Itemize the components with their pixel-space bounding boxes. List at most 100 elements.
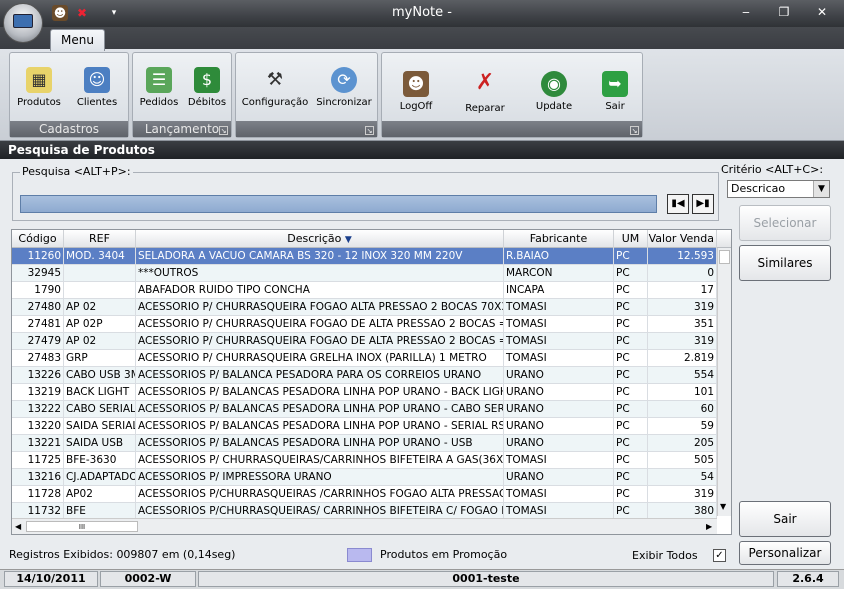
- sair-button[interactable]: Sair: [739, 501, 831, 537]
- debitos-button[interactable]: $ Débitos: [183, 67, 231, 108]
- selecionar-button[interactable]: Selecionar: [739, 205, 831, 241]
- cell-fabricante: URANO: [504, 384, 614, 401]
- status-date: 14/10/2011: [4, 571, 98, 587]
- table-row[interactable]: 11260 MOD. 3404 SELADORA A VACUO CAMARA BS…: [12, 248, 717, 265]
- col-valor-venda[interactable]: Valor Venda: [648, 230, 717, 248]
- table-row[interactable]: 27481 AP 02P ACESSORIO P/ CHURRASQUEIRA FO…: [12, 316, 717, 333]
- table-row[interactable]: 11728 AP02 ACESSORIOS P/CHURRASQUEIRAS /CA…: [12, 486, 717, 503]
- table-row[interactable]: 27483 GRP ACESSORIO P/ CHURRASQUEIRA GRELH…: [12, 350, 717, 367]
- cell-descricao: ACESSORIOS P/CHURRASQUEIRAS /CARRINHOS F…: [136, 486, 504, 503]
- hscroll-thumb[interactable]: III: [26, 521, 138, 532]
- minimize-button[interactable]: ‒: [734, 4, 758, 20]
- sair-ribbon-button[interactable]: ➥ Sair: [588, 71, 642, 112]
- cell-fabricante: URANO: [504, 435, 614, 452]
- first-record-button[interactable]: ▮◀: [667, 194, 689, 214]
- configuracao-button[interactable]: ⚒ Configuração: [240, 67, 310, 108]
- criteria-value: Descricao: [731, 182, 786, 195]
- table-row[interactable]: 27479 AP 02 ACESSORIO P/ CHURRASQUEIRA FOG…: [12, 333, 717, 350]
- scroll-down-icon[interactable]: ▼: [720, 502, 726, 511]
- cell-ref: BACK LIGHT: [64, 384, 136, 401]
- app-orb-button[interactable]: [3, 3, 43, 43]
- ribbon-tab-strip: [0, 27, 844, 49]
- cell-valor: 0: [648, 265, 717, 282]
- last-record-button[interactable]: ▶▮: [692, 194, 714, 214]
- dialog-launcher-icon[interactable]: ↘: [219, 126, 228, 135]
- table-row[interactable]: 13219 BACK LIGHT ACESSORIOS P/ BALANCAS PE…: [12, 384, 717, 401]
- table-row[interactable]: 13221 SAIDA USB ACESSORIOS P/ BALANCAS PES…: [12, 435, 717, 452]
- cell-fabricante: R.BAIAO: [504, 248, 614, 265]
- cell-descricao: ACESSORIOS P/ BALANCAS PESADORA LINHA PO…: [136, 384, 504, 401]
- dialog-launcher-icon[interactable]: ↘: [365, 126, 374, 135]
- reparar-button[interactable]: ✗ Reparar: [454, 67, 516, 114]
- cell-ref: AP 02: [64, 299, 136, 316]
- cell-ref: AP 02P: [64, 316, 136, 333]
- table-row[interactable]: 13222 CABO SERIAL ACESSORIOS P/ BALANCAS P…: [12, 401, 717, 418]
- close-button[interactable]: ✕: [810, 4, 834, 20]
- table-row[interactable]: 13216CJ.ADAPTADORACESSORIOS P/ IMPRESSOR…: [12, 469, 717, 486]
- scroll-thumb[interactable]: [719, 250, 730, 264]
- logoff-button[interactable]: ☻ LogOff: [388, 71, 444, 112]
- personalizar-button[interactable]: Personalizar: [739, 541, 831, 565]
- cell-fabricante: TOMASI: [504, 503, 614, 518]
- dialog-launcher-icon[interactable]: ↘: [630, 126, 639, 135]
- table-row[interactable]: 11725 BFE-3630 ACESSORIOS P/ CHURRASQUEIRA…: [12, 452, 717, 469]
- cell-descricao: ACESSORIOS P/ BALANCAS PESADORA LINHA PO…: [136, 418, 504, 435]
- sincronizar-button[interactable]: ⟳ Sincronizar: [312, 67, 376, 108]
- table-row[interactable]: 13226 CABO USB 3M ACESSORIOS P/ BALANCA PE…: [12, 367, 717, 384]
- cell-descricao: ACESSORIOS P/CHURRASQUEIRAS/ CARRINHOS B…: [136, 503, 504, 518]
- cell-descricao: ABAFADOR RUIDO TIPO CONCHA: [136, 282, 504, 299]
- orders-icon: ☰: [146, 67, 172, 93]
- col-descricao[interactable]: Descrição ▼: [136, 230, 504, 248]
- criteria-select[interactable]: Descricao ▼: [727, 180, 830, 198]
- produtos-button[interactable]: ▦ Produtos: [14, 67, 64, 108]
- promo-color-swatch: [347, 548, 372, 562]
- cell-descricao: SELADORA A VACUO CAMARA BS 320 - 12 INOX…: [136, 248, 504, 265]
- cell-um: PC: [614, 248, 648, 265]
- col-ref[interactable]: REF: [64, 230, 136, 248]
- table-row[interactable]: 1790 ABAFADOR RUIDO TIPO CONCHA INCAPA PC 17: [12, 282, 717, 299]
- ribbon-group-config: ⚒ Configuração ⟳ Sincronizar ↘: [235, 52, 378, 138]
- exibir-todos-checkbox[interactable]: ✓: [713, 549, 726, 562]
- similares-button[interactable]: Similares: [739, 245, 831, 281]
- scroll-right-icon[interactable]: ▶: [706, 522, 712, 531]
- tab-menu[interactable]: Menu: [50, 29, 105, 51]
- cell-valor: 2.819: [648, 350, 717, 367]
- promo-label: Produtos em Promoção: [380, 548, 508, 561]
- customize-quick-access-icon[interactable]: ▾: [106, 5, 122, 21]
- cell-um: PC: [614, 384, 648, 401]
- cell-um: PC: [614, 401, 648, 418]
- restore-button[interactable]: ❐: [772, 4, 796, 20]
- grid-header: Código REF Descrição ▼ Fabricante UM Val…: [12, 230, 731, 248]
- cell-fabricante: TOMASI: [504, 350, 614, 367]
- scroll-left-icon[interactable]: ◀: [15, 522, 21, 531]
- cell-codigo: 13220: [12, 418, 64, 435]
- exibir-todos-label: Exibir Todos: [632, 549, 698, 562]
- cell-codigo: 13219: [12, 384, 64, 401]
- cell-um: PC: [614, 350, 648, 367]
- vertical-scrollbar[interactable]: ▼: [717, 248, 731, 516]
- products-grid[interactable]: Código REF Descrição ▼ Fabricante UM Val…: [11, 229, 732, 535]
- cell-valor: 17: [648, 282, 717, 299]
- cell-descricao: ACESSORIOS P/ CHURRASQUEIRAS/CARRINHOS B…: [136, 452, 504, 469]
- update-button[interactable]: ◉ Update: [526, 71, 582, 112]
- table-row[interactable]: 13220 SAIDA SERIAL ACESSORIOS P/ BALANCAS …: [12, 418, 717, 435]
- cell-fabricante: URANO: [504, 418, 614, 435]
- col-fabricante[interactable]: Fabricante: [504, 230, 614, 248]
- cell-descricao: ACESSORIOS P/ BALANCA PESADORA PARA OS C…: [136, 367, 504, 384]
- delete-icon[interactable]: ✖: [74, 5, 90, 21]
- col-um[interactable]: UM: [614, 230, 648, 248]
- cell-fabricante: URANO: [504, 367, 614, 384]
- cell-ref: [64, 265, 136, 282]
- col-codigo[interactable]: Código: [12, 230, 64, 248]
- table-row[interactable]: 27480 AP 02 ACESSORIO P/ CHURRASQUEIRA FOG…: [12, 299, 717, 316]
- clientes-button[interactable]: ☺ Clientes: [72, 67, 122, 108]
- table-row[interactable]: 32945 ***OUTROS MARCON PC 0: [12, 265, 717, 282]
- table-row[interactable]: 11732 BFE ACESSORIOS P/CHURRASQUEIRAS/ CAR…: [12, 503, 717, 518]
- panel-title: Pesquisa de Produtos: [0, 141, 844, 159]
- users-icon[interactable]: ☻: [52, 5, 68, 21]
- cell-codigo: 27483: [12, 350, 64, 367]
- search-input[interactable]: [20, 195, 657, 213]
- chevron-down-icon[interactable]: ▼: [813, 181, 829, 197]
- pedidos-button[interactable]: ☰ Pedidos: [135, 67, 183, 108]
- horizontal-scrollbar[interactable]: ◀ III ▶: [12, 518, 717, 534]
